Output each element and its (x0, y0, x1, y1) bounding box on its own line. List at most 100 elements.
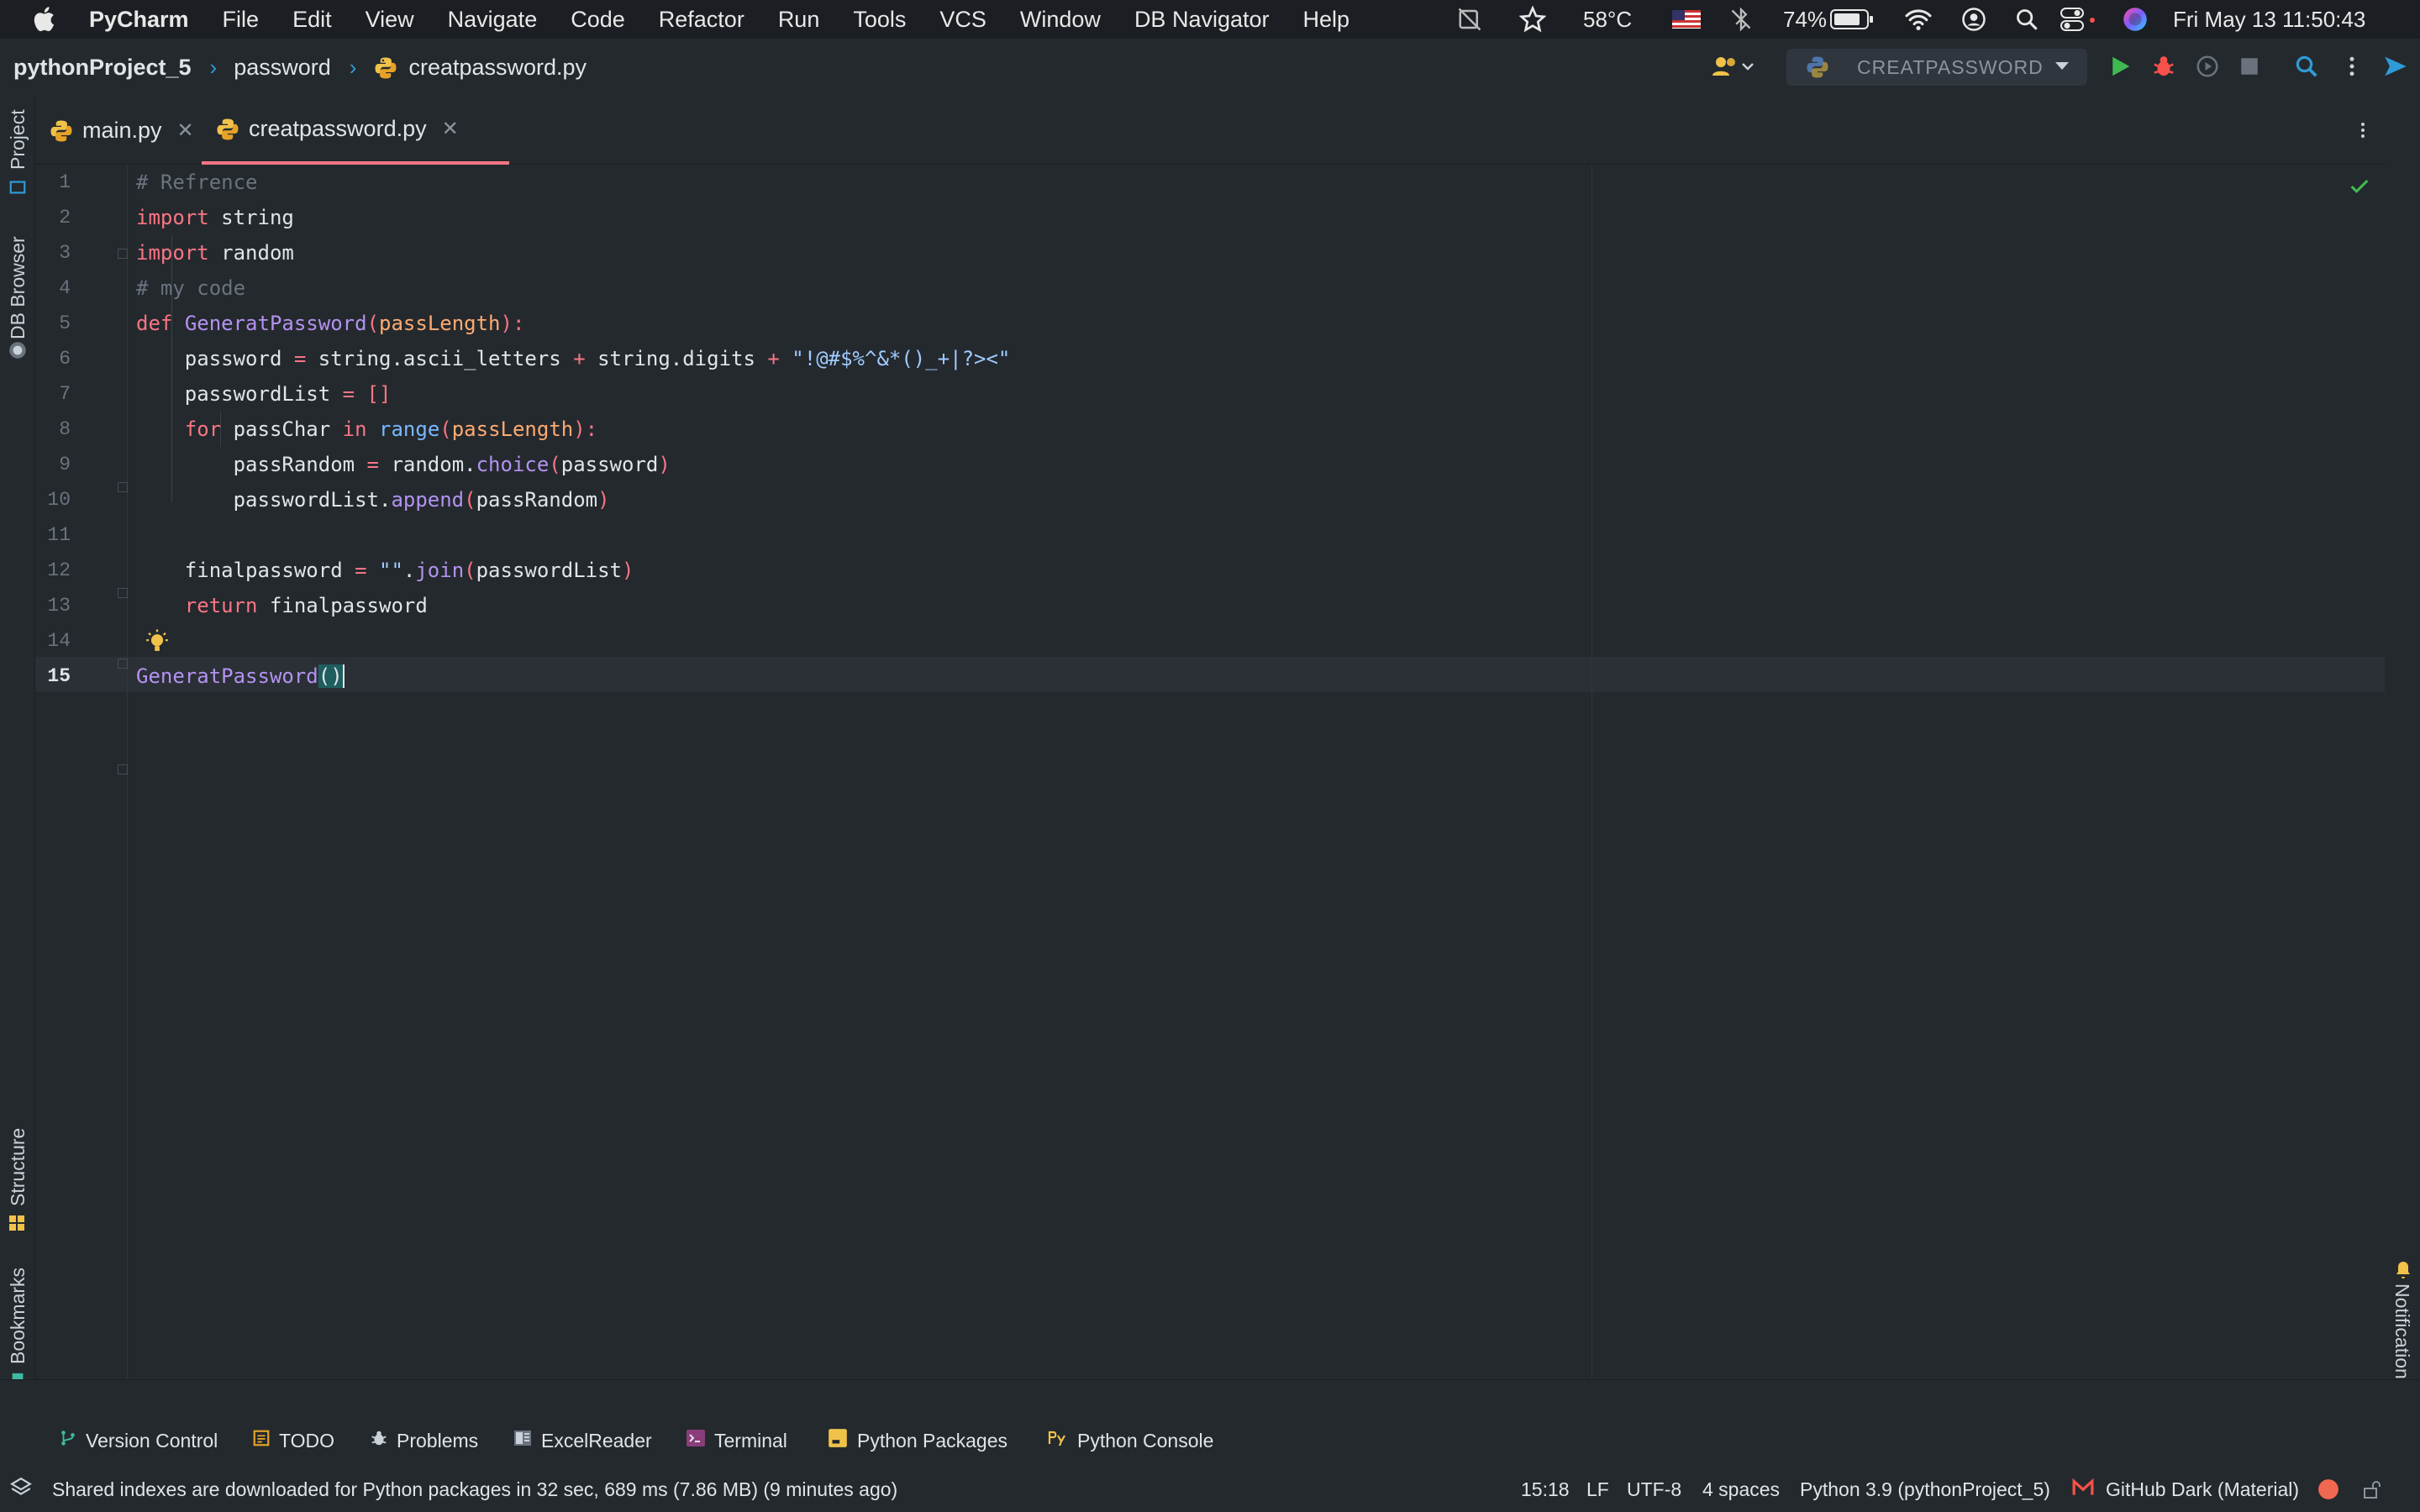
line-number[interactable]: 11 (35, 524, 71, 546)
user-account-icon[interactable] (1961, 0, 1986, 39)
fold-marker-icon[interactable] (118, 249, 128, 259)
menu-window[interactable]: Window (1020, 7, 1101, 33)
us-flag-icon[interactable] (1672, 0, 1701, 39)
tool-window-project[interactable]: Project (7, 109, 29, 170)
line-number[interactable]: 4 (35, 277, 71, 299)
spotlight-search-icon[interactable] (2015, 0, 2039, 39)
fold-marker-icon[interactable] (118, 764, 128, 774)
search-everywhere-icon[interactable] (2294, 54, 2319, 83)
tab-options-icon[interactable] (2353, 118, 2373, 147)
breadcrumb-file[interactable]: creatpassword.py (408, 55, 587, 81)
menu-help[interactable]: Help (1303, 7, 1350, 33)
line-number[interactable]: 14 (35, 630, 71, 652)
line-separator[interactable]: LF (1586, 1478, 1609, 1501)
indent-setting[interactable]: 4 spaces (1702, 1478, 1780, 1501)
fold-marker-icon[interactable] (118, 482, 128, 492)
control-center-icon[interactable] (2060, 0, 2097, 39)
code-line-10: passwordList.append(passRandom) (136, 488, 610, 512)
line-number[interactable]: 6 (35, 348, 71, 370)
breadcrumb-folder[interactable]: password (234, 55, 331, 81)
close-icon[interactable]: ✕ (442, 117, 459, 141)
code-with-me-icon[interactable] (2381, 52, 2410, 85)
tool-window-excelreader[interactable]: ExcelReader (513, 1424, 652, 1457)
tool-window-todo[interactable]: TODO (252, 1424, 334, 1457)
tool-window-label: Python Console (1077, 1429, 1214, 1452)
tab-creatpassword-py[interactable]: creatpassword.py ✕ (202, 96, 509, 165)
clock-datetime[interactable]: Fri May 13 11:50:43 (2173, 0, 2365, 39)
code-editor[interactable]: 1 2 3 4 5 6 7 8 9 10 11 12 13 14 15 # Refrence import … (35, 165, 2385, 1379)
run-icon[interactable] (2107, 54, 2133, 83)
apple-icon[interactable] (30, 4, 60, 34)
theme-name[interactable]: GitHub Dark (Material) (2106, 1478, 2299, 1501)
collaboration-icon[interactable] (1711, 54, 1754, 83)
tool-window-problems[interactable]: Problems (370, 1424, 478, 1457)
python-interpreter[interactable]: Python 3.9 (pythonProject_5) (1800, 1478, 2050, 1501)
line-number[interactable]: 9 (35, 454, 71, 475)
profile-icon[interactable] (2195, 54, 2220, 83)
wifi-icon[interactable] (1904, 0, 1933, 39)
tool-window-python-packages[interactable]: Python Packages (827, 1424, 1007, 1457)
siri-icon[interactable] (2123, 0, 2148, 39)
tab-label: creatpassword.py (249, 115, 427, 141)
tool-window-version-control[interactable]: Version Control (59, 1424, 218, 1457)
python-file-icon (49, 117, 74, 144)
menu-vcs[interactable]: VCS (939, 7, 986, 33)
status-message[interactable]: Shared indexes are downloaded for Python… (52, 1478, 897, 1501)
menu-refactor[interactable]: Refactor (659, 7, 744, 33)
caret-position[interactable]: 15:18 (1521, 1478, 1570, 1501)
editor-tab-bar: main.py ✕ creatpassword.py ✕ (35, 96, 2385, 165)
terminal-icon (686, 1429, 706, 1452)
menu-app-name[interactable]: PyCharm (89, 7, 189, 33)
fold-marker-icon[interactable] (118, 659, 128, 669)
menu-edit[interactable]: Edit (292, 7, 332, 33)
line-number[interactable]: 10 (35, 489, 71, 511)
close-icon[interactable]: ✕ (177, 118, 194, 143)
line-number[interactable]: 1 (35, 171, 71, 193)
breadcrumb-project[interactable]: pythonProject_5 (13, 55, 192, 81)
run-configuration-select[interactable]: CREATPASSWORD (1786, 49, 2087, 86)
tab-label: main.py (82, 117, 162, 143)
menu-run[interactable]: Run (778, 7, 820, 33)
menu-view[interactable]: View (366, 7, 414, 33)
error-indicator-icon[interactable] (2317, 1478, 2339, 1505)
star-icon[interactable] (1519, 0, 1546, 39)
line-number-gutter[interactable]: 1 2 3 4 5 6 7 8 9 10 11 12 13 14 15 (35, 165, 128, 1379)
debug-icon[interactable] (2151, 54, 2176, 83)
tool-window-terminal[interactable]: Terminal (686, 1424, 787, 1457)
line-number[interactable]: 8 (35, 418, 71, 440)
menu-tools[interactable]: Tools (853, 7, 906, 33)
battery-icon[interactable] (1830, 0, 1874, 39)
menu-db-navigator[interactable]: DB Navigator (1134, 7, 1270, 33)
battery-percent[interactable]: 74% (1783, 0, 1827, 39)
tool-window-python-console[interactable]: Python Console (1047, 1424, 1213, 1457)
line-number[interactable]: 5 (35, 312, 71, 334)
code-line-9: passRandom = random.choice(password) (136, 453, 671, 476)
file-encoding[interactable]: UTF-8 (1627, 1478, 1681, 1501)
tool-window-db-browser[interactable]: DB Browser (7, 236, 29, 339)
line-number[interactable]: 2 (35, 207, 71, 228)
line-number[interactable]: 7 (35, 383, 71, 405)
stop-icon[interactable] (2238, 55, 2260, 81)
line-number[interactable]: 12 (35, 559, 71, 581)
tool-window-notifications[interactable]: Notifications (2391, 1284, 2413, 1389)
menu-file[interactable]: File (223, 7, 260, 33)
menu-navigate[interactable]: Navigate (448, 7, 538, 33)
camera-off-icon[interactable] (1457, 0, 1482, 39)
more-actions-icon[interactable] (2339, 54, 2365, 83)
line-number[interactable]: 15 (35, 665, 71, 687)
shared-indexes-icon[interactable] (10, 1477, 32, 1504)
line-number[interactable]: 3 (35, 242, 71, 264)
code-line-1: # Refrence (136, 171, 258, 194)
tab-main-py[interactable]: main.py ✕ (49, 96, 203, 165)
line-number[interactable]: 13 (35, 595, 71, 617)
temperature-label[interactable]: 58°C (1583, 0, 1632, 39)
fold-marker-icon[interactable] (118, 588, 128, 598)
lightbulb-intention-icon[interactable] (143, 628, 171, 661)
inspection-ok-check-icon[interactable] (2348, 175, 2371, 202)
code-line-12: finalpassword = "".join(passwordList) (136, 559, 634, 582)
tool-window-structure[interactable]: Structure (7, 1128, 29, 1206)
menu-code[interactable]: Code (571, 7, 625, 33)
bluetooth-off-icon[interactable] (1729, 0, 1753, 39)
tool-window-bookmarks[interactable]: Bookmarks (7, 1268, 29, 1364)
lock-open-icon[interactable] (2361, 1478, 2381, 1505)
